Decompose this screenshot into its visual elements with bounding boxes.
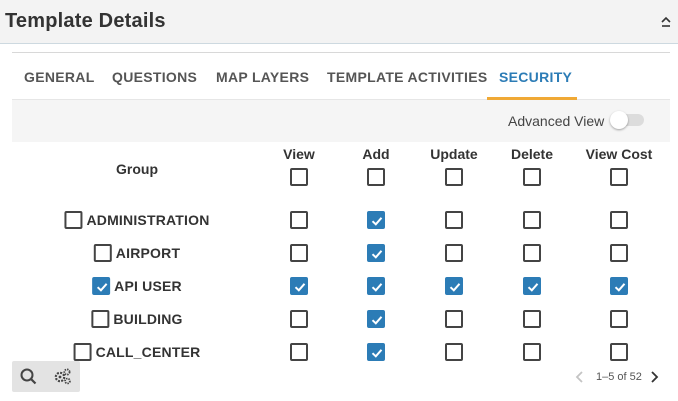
group-row-api-user: API USER: [92, 276, 182, 296]
toggle-knob: [610, 111, 628, 129]
perm-view-cost-checkbox[interactable]: [610, 343, 628, 361]
group-checkbox-call-center[interactable]: [73, 343, 92, 361]
perm-delete-checkbox[interactable]: [523, 310, 541, 328]
perm-delete-checkbox[interactable]: [523, 277, 541, 295]
perm-delete-checkbox[interactable]: [523, 343, 541, 361]
chevron-left-icon[interactable]: [574, 371, 586, 383]
tab-template-activities[interactable]: TEMPLATE ACTIVITIES: [327, 69, 487, 85]
perm-view-cost-checkbox[interactable]: [610, 310, 628, 328]
perm-view-checkbox[interactable]: [290, 211, 308, 229]
group-row-building: BUILDING: [91, 309, 182, 329]
advanced-view-toggle[interactable]: [610, 110, 646, 130]
collapse-icon[interactable]: [660, 16, 672, 28]
search-button[interactable]: [12, 361, 46, 392]
group-row-call-center: CALL_CENTER: [73, 342, 201, 362]
group-name: CALL_CENTER: [95, 344, 201, 360]
perm-view-checkbox[interactable]: [290, 310, 308, 328]
group-checkbox-building[interactable]: [91, 310, 110, 328]
group-column-header: Group: [116, 161, 158, 177]
group-checkbox-airport[interactable]: [93, 244, 112, 262]
perm-view-cost-checkbox[interactable]: [610, 211, 628, 229]
perm-update-checkbox[interactable]: [445, 343, 463, 361]
settings-icon: [54, 368, 71, 385]
column-header-update: Update: [430, 146, 478, 162]
footer-actions: [12, 361, 80, 392]
perm-delete-checkbox[interactable]: [523, 244, 541, 262]
perm-delete-checkbox[interactable]: [523, 211, 541, 229]
search-icon: [20, 368, 37, 385]
group-name: ADMINISTRATION: [86, 212, 210, 228]
column-header-delete: Delete: [510, 146, 554, 162]
perm-view-checkbox[interactable]: [290, 244, 308, 262]
group-name: API USER: [114, 278, 182, 294]
group-name: AIRPORT: [115, 245, 181, 261]
select-all-view-checkbox[interactable]: [290, 168, 308, 186]
perm-view-cost-checkbox[interactable]: [610, 277, 628, 295]
perm-view-checkbox[interactable]: [290, 277, 308, 295]
column-header-view: View: [283, 146, 315, 162]
column-header-view-cost: View Cost: [585, 146, 653, 162]
select-all-view-cost-checkbox[interactable]: [610, 168, 628, 186]
advanced-view-label: Advanced View: [508, 113, 605, 129]
perm-update-checkbox[interactable]: [445, 244, 463, 262]
security-toolbar: Advanced View: [12, 100, 670, 142]
tab-questions[interactable]: QUESTIONS: [112, 69, 197, 85]
tab-security[interactable]: SECURITY: [499, 69, 572, 85]
tab-bar: GENERAL QUESTIONS MAP LAYERS TEMPLATE AC…: [12, 52, 670, 100]
tab-map-layers[interactable]: MAP LAYERS: [216, 69, 309, 85]
perm-view-checkbox[interactable]: [290, 343, 308, 361]
settings-button[interactable]: [46, 361, 80, 392]
perm-add-checkbox[interactable]: [367, 244, 385, 262]
perm-add-checkbox[interactable]: [367, 343, 385, 361]
details-panel: GENERAL QUESTIONS MAP LAYERS TEMPLATE AC…: [0, 44, 678, 401]
group-name: BUILDING: [113, 311, 183, 327]
perm-add-checkbox[interactable]: [367, 310, 385, 328]
column-header-add: Add: [362, 146, 390, 162]
perm-view-cost-checkbox[interactable]: [610, 244, 628, 262]
select-all-update-checkbox[interactable]: [445, 168, 463, 186]
perm-update-checkbox[interactable]: [445, 277, 463, 295]
select-all-add-checkbox[interactable]: [367, 168, 385, 186]
select-all-delete-checkbox[interactable]: [523, 168, 541, 186]
chevron-right-icon[interactable]: [648, 371, 660, 383]
perm-add-checkbox[interactable]: [367, 211, 385, 229]
group-checkbox-api-user[interactable]: [92, 277, 111, 295]
perm-update-checkbox[interactable]: [445, 211, 463, 229]
tab-general[interactable]: GENERAL: [24, 69, 95, 85]
perm-add-checkbox[interactable]: [367, 277, 385, 295]
group-row-airport: AIRPORT: [93, 243, 181, 263]
page-header: Template Details: [0, 0, 678, 44]
group-checkbox-administration[interactable]: [64, 211, 83, 229]
perm-update-checkbox[interactable]: [445, 310, 463, 328]
page-title: Template Details: [5, 10, 166, 32]
group-row-administration: ADMINISTRATION: [64, 210, 209, 230]
pagination-text: 1–5 of 52: [596, 371, 642, 383]
